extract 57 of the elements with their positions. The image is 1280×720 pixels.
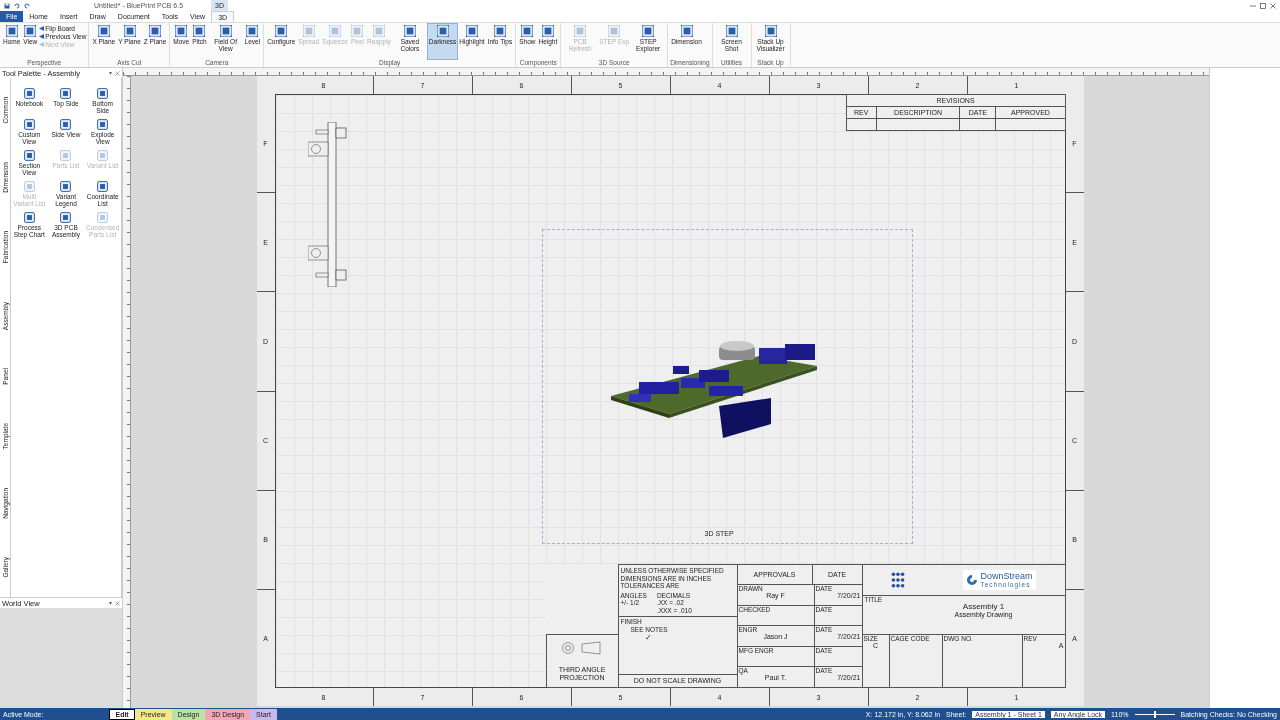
tile-icon: [60, 88, 72, 99]
tile-icon: [123, 25, 136, 37]
save-icon[interactable]: [4, 2, 10, 9]
tile-icon: [246, 25, 259, 37]
dot-grid-logo-icon: [891, 572, 906, 588]
tile-icon: [97, 150, 109, 161]
tile-icon: [23, 88, 35, 99]
tile-icon: [764, 25, 777, 37]
tile-icon: [60, 212, 72, 223]
maximize-icon[interactable]: [1260, 2, 1266, 9]
tile-icon: [60, 150, 72, 161]
redo-icon[interactable]: [24, 2, 30, 9]
tile-icon: [23, 212, 35, 223]
pin-icon[interactable]: [108, 70, 113, 76]
tile-icon: [60, 181, 72, 192]
slider-thumb[interactable]: [1153, 710, 1156, 718]
tile-icon: [219, 25, 232, 37]
tile-icon: [608, 25, 621, 37]
tile-icon: [372, 25, 385, 37]
tile-icon: [642, 25, 655, 37]
tile-icon: [680, 25, 693, 37]
tile-icon: [60, 119, 72, 130]
tile-icon: [97, 212, 109, 223]
tile-icon: [302, 25, 315, 37]
tile-icon: [97, 88, 109, 99]
tile-icon: [436, 25, 449, 37]
tile-icon: [541, 25, 554, 37]
tile-icon: [574, 25, 587, 37]
tile-icon: [23, 181, 35, 192]
tile-icon: [351, 25, 364, 37]
check-mark: ✓: [644, 633, 653, 641]
tile-icon: [23, 119, 35, 130]
tile-icon: [97, 25, 110, 37]
tile-icon: [149, 25, 162, 37]
tile-icon: [465, 25, 478, 37]
tile-icon: [97, 181, 109, 192]
tile-icon: [24, 25, 37, 37]
tile-icon: [193, 25, 206, 37]
drawing-title: Assembly 1: [961, 603, 1005, 611]
projection-symbol-icon: [560, 640, 604, 655]
pin-icon[interactable]: [108, 600, 113, 606]
tile-icon: [725, 25, 738, 37]
tile-icon: [275, 25, 288, 37]
company-name: DownStream: [980, 571, 1033, 581]
close-icon[interactable]: [1270, 2, 1276, 9]
undo-icon[interactable]: [14, 2, 20, 9]
tile-icon: [493, 25, 506, 37]
tile-icon: [521, 25, 534, 37]
tile-icon: [23, 150, 35, 161]
swirl-logo-icon: [966, 574, 979, 586]
tile-icon: [329, 25, 342, 37]
tile-icon: [403, 25, 416, 37]
close-icon[interactable]: [115, 70, 120, 76]
tile-icon: [97, 119, 109, 130]
close-icon[interactable]: [115, 600, 120, 606]
tile-icon: [5, 25, 18, 37]
tile-icon: [175, 25, 188, 37]
